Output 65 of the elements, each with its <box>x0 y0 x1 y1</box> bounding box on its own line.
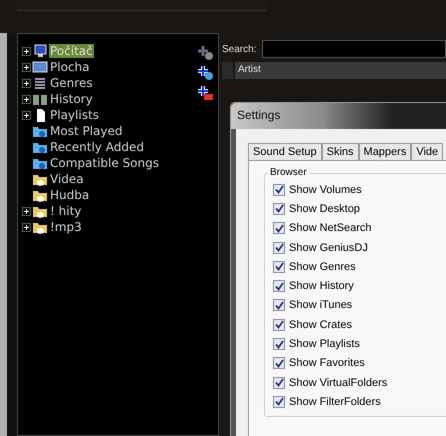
star-folder-icon <box>32 172 48 186</box>
checkbox-label[interactable]: Show Favorites <box>289 357 365 370</box>
tree-item[interactable]: ! hity <box>49 204 82 218</box>
checkbox[interactable] <box>273 202 285 215</box>
star-folder-icon <box>32 188 48 202</box>
tree-item[interactable]: !mp3 <box>49 220 83 234</box>
search-label: Search: <box>222 44 256 54</box>
tree-item[interactable]: Plocha <box>49 60 90 74</box>
checkbox[interactable] <box>273 280 285 292</box>
add-gear-icon[interactable] <box>198 65 214 81</box>
expand-icon[interactable] <box>22 78 31 88</box>
group-label: Browser <box>268 167 309 178</box>
checkbox-label[interactable]: Show Playlists <box>289 338 360 350</box>
star-folder-icon <box>32 204 48 218</box>
expand-icon[interactable] <box>22 110 31 120</box>
stack-icon <box>32 76 48 90</box>
checkbox[interactable] <box>273 184 285 196</box>
checkbox[interactable] <box>273 357 285 370</box>
tree-item[interactable]: Compatible Songs <box>49 156 160 170</box>
tree-item[interactable]: Videa <box>49 172 85 186</box>
checkbox-label[interactable]: Show History <box>289 280 354 292</box>
expand-icon[interactable] <box>22 46 31 56</box>
tree-item[interactable]: Most Played <box>49 124 124 138</box>
tree-item[interactable]: Hudba <box>49 188 90 202</box>
checkbox-label[interactable]: Show Genres <box>289 260 356 273</box>
checkbox-label[interactable]: Show GeniusDJ <box>289 242 368 254</box>
checkbox[interactable] <box>273 396 285 408</box>
column-header[interactable]: Artist <box>235 62 446 79</box>
gear-folder-icon <box>32 156 48 170</box>
checkbox-label[interactable]: Show Volumes <box>289 184 362 196</box>
expand-icon[interactable] <box>22 94 31 104</box>
tab[interactable]: Skins <box>322 143 359 160</box>
checkbox[interactable] <box>273 242 285 254</box>
checkbox[interactable] <box>273 260 285 273</box>
tree-item[interactable]: Genres <box>49 76 94 90</box>
checkbox[interactable] <box>273 299 285 312</box>
tab[interactable]: Mappers <box>358 143 412 160</box>
desktop-icon <box>32 60 48 74</box>
checkbox[interactable] <box>273 338 285 350</box>
add-gear-icon[interactable] <box>198 45 214 61</box>
checkbox[interactable] <box>273 222 285 234</box>
checkbox-label[interactable]: Show Desktop <box>289 202 360 215</box>
checkbox-label[interactable]: Show NetSearch <box>289 222 372 234</box>
tab[interactable]: Vide <box>411 143 444 160</box>
checkbox[interactable] <box>273 376 285 389</box>
tree-item[interactable]: Recently Added <box>49 140 145 154</box>
star-folder-icon <box>32 220 48 234</box>
checkbox-label[interactable]: Show FilterFolders <box>289 396 381 408</box>
add-folder-icon[interactable] <box>198 85 214 101</box>
expand-icon[interactable] <box>22 222 31 232</box>
tree-item[interactable]: Playlists <box>49 108 100 122</box>
checkbox-label[interactable]: Show iTunes <box>289 299 352 312</box>
checkbox-label[interactable]: Show Crates <box>289 318 352 331</box>
monitor-icon <box>32 44 48 58</box>
expand-icon[interactable] <box>22 62 31 72</box>
dialog-title: Settings <box>231 103 446 129</box>
expand-icon[interactable] <box>22 206 31 216</box>
checkbox[interactable] <box>273 318 285 331</box>
search-field[interactable] <box>262 40 446 58</box>
gear-folder-icon <box>32 140 48 154</box>
tree-item[interactable]: History <box>49 92 94 106</box>
checkbox-label[interactable]: Show VirtualFolders <box>289 376 388 389</box>
tab[interactable]: Sound Setup <box>248 143 322 160</box>
book-icon <box>32 92 48 106</box>
gear-folder-icon <box>32 124 48 138</box>
